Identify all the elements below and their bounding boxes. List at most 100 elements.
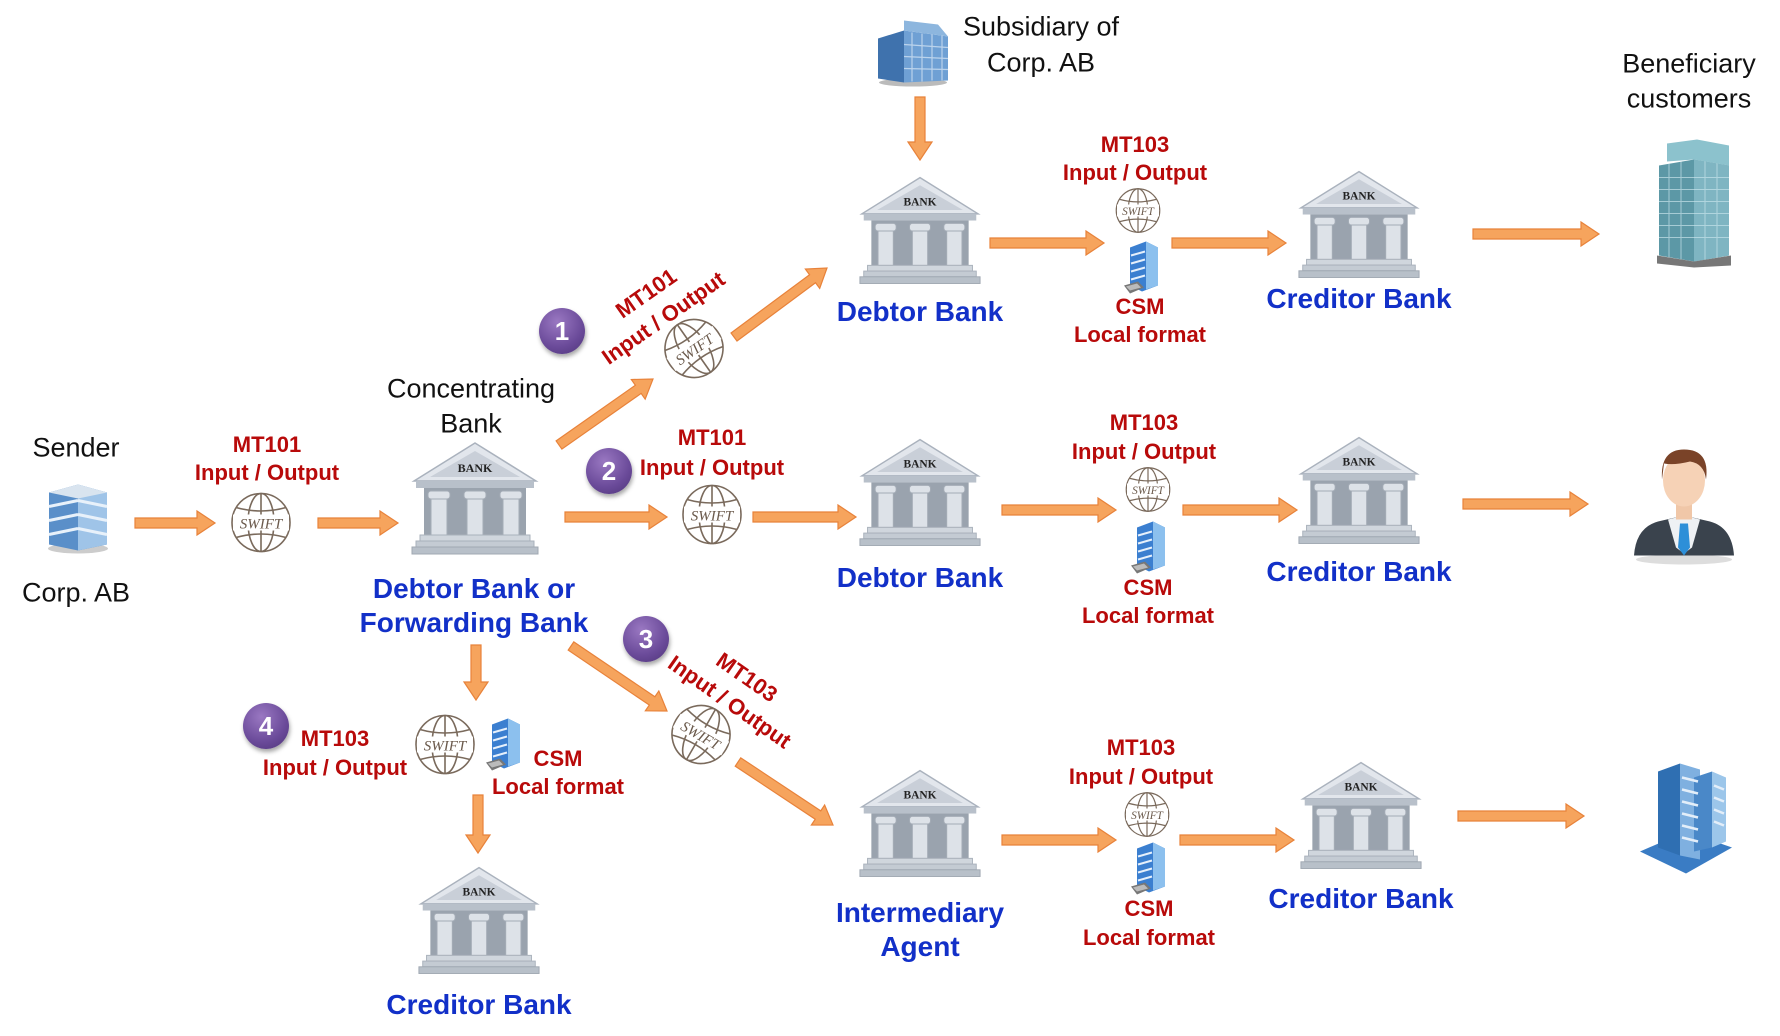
- subsidiary-to-debtor-arrow: [906, 96, 934, 162]
- route-1-arrow-d: [1171, 229, 1288, 257]
- route-3-arrow-e: [1457, 802, 1586, 830]
- svg-text:BANK: BANK: [903, 789, 936, 801]
- sender-to-swift-arrow: [134, 509, 217, 537]
- subsidiary-caption-line2: Corp. AB: [986, 47, 1096, 78]
- concentrating-caption-line1: Concentrating: [386, 373, 556, 404]
- route-1-csm-label: CSM: [1115, 294, 1165, 319]
- route-2-message: MT101: [677, 425, 747, 450]
- route-1-badge: 1: [539, 308, 585, 354]
- route-2-creditor-bank-label: Creditor Bank: [1266, 556, 1452, 587]
- route-2-arrow-d: [1182, 496, 1299, 524]
- beneficiary-caption-line1: Beneficiary: [1622, 48, 1756, 79]
- route-1-beneficiary-tower-icon: [1649, 138, 1739, 273]
- svg-text:SWIFT: SWIFT: [1122, 206, 1155, 218]
- route-3-format-label: Local format: [1082, 925, 1216, 950]
- route-2-clearing-swift-icon: SWIFT: [1124, 466, 1172, 519]
- subsidiary-caption-line1: Subsidiary of: [962, 11, 1120, 42]
- route-2-format-label: Local format: [1081, 603, 1215, 628]
- route-4-csm-server-icon: [484, 717, 524, 778]
- route-2-arrow-e: [1462, 490, 1590, 518]
- svg-text:SWIFT: SWIFT: [691, 509, 735, 525]
- route-2-swift-icon: SWIFT: [680, 483, 744, 552]
- sender-name-label: Corp. AB: [21, 577, 131, 608]
- first-hop-message: MT101: [232, 432, 302, 457]
- route-1-clearing-io: Input / Output: [1062, 160, 1208, 185]
- svg-text:SWIFT: SWIFT: [1131, 810, 1164, 822]
- route-3-clearing-message: MT103: [1106, 735, 1176, 760]
- route-1-clearing-swift-icon: SWIFT: [1114, 187, 1162, 240]
- route-2-badge: 2: [586, 448, 632, 494]
- swift-network-icon: SWIFT: [229, 491, 293, 560]
- route-3-csm-label: CSM: [1124, 896, 1174, 921]
- svg-text:BANK: BANK: [903, 458, 936, 470]
- route-2-arrow-a: [564, 503, 669, 531]
- route-2-csm-label: CSM: [1123, 575, 1173, 600]
- concentrating-caption-line2: Bank: [440, 408, 502, 439]
- route-4-message: MT103: [300, 726, 370, 751]
- route-3-arrow-c: [1001, 826, 1118, 854]
- route-3-creditor-bank-label: Creditor Bank: [1268, 883, 1454, 914]
- route-3-creditor-bank-icon: BANK: [1299, 761, 1423, 878]
- route-4-creditor-bank-icon: BANK: [417, 866, 541, 983]
- beneficiary-caption-line2: customers: [1626, 83, 1752, 114]
- route-2-arrow-b: [752, 503, 858, 531]
- route-2-csm-server-icon: [1129, 520, 1169, 581]
- route-2-clearing-message: MT103: [1109, 410, 1179, 435]
- route-4-arrow-a: [462, 644, 490, 702]
- route-2-beneficiary-person-icon: [1624, 436, 1744, 571]
- route-3-intermediary-bank-icon: BANK: [858, 769, 982, 886]
- concentrating-label-line2: Forwarding Bank: [359, 607, 589, 638]
- first-hop-io: Input / Output: [194, 460, 340, 485]
- swift-to-concentrating-arrow: [317, 509, 400, 537]
- route-2-arrow-c: [1001, 496, 1118, 524]
- route-3-clearing-io: Input / Output: [1068, 764, 1214, 789]
- route-3-swift-icon: SWIFT: [669, 703, 733, 772]
- route-1-debtor-bank-icon: BANK: [858, 176, 982, 293]
- sender-role-label: Sender: [32, 432, 120, 463]
- route-2-debtor-bank-icon: BANK: [858, 438, 982, 555]
- route-3-arrow-d: [1179, 826, 1296, 854]
- svg-text:BANK: BANK: [1342, 190, 1375, 202]
- svg-text:SWIFT: SWIFT: [424, 739, 468, 755]
- route-1-arrow-a: [555, 378, 654, 450]
- svg-text:BANK: BANK: [462, 886, 495, 898]
- route-3-arrow-b: [734, 757, 834, 826]
- route-3-clearing-swift-icon: SWIFT: [1123, 791, 1171, 844]
- route-3-intermediary-label-line2: Agent: [880, 931, 960, 962]
- svg-text:SWIFT: SWIFT: [678, 719, 724, 755]
- route-1-swift-icon: SWIFT: [662, 317, 726, 386]
- route-3-csm-server-icon: [1129, 841, 1169, 902]
- route-1-creditor-bank-label: Creditor Bank: [1266, 283, 1452, 314]
- route-1-creditor-bank-icon: BANK: [1297, 170, 1421, 287]
- route-4-badge: 4: [243, 703, 289, 749]
- route-4-io: Input / Output: [262, 755, 408, 780]
- route-1-arrow-c: [989, 229, 1106, 257]
- svg-text:BANK: BANK: [1342, 456, 1375, 468]
- route-4-creditor-bank-label: Creditor Bank: [386, 989, 572, 1020]
- route-1-arrow-e: [1472, 220, 1601, 248]
- route-2-io: Input / Output: [639, 455, 785, 480]
- svg-text:SWIFT: SWIFT: [240, 517, 284, 533]
- route-4-format-label: Local format: [491, 774, 625, 799]
- route-1-clearing-message: MT103: [1100, 132, 1170, 157]
- route-1-debtor-bank-label: Debtor Bank: [836, 296, 1004, 327]
- route-2-clearing-io: Input / Output: [1071, 439, 1217, 464]
- concentrating-label-line1: Debtor Bank or: [372, 573, 576, 604]
- route-4-arrow-b: [464, 794, 492, 855]
- sender-building-icon: [43, 479, 113, 560]
- svg-text:BANK: BANK: [1344, 781, 1377, 793]
- route-2-creditor-bank-icon: BANK: [1297, 436, 1421, 553]
- svg-text:SWIFT: SWIFT: [1132, 485, 1165, 497]
- route-3-beneficiary-office-icon: [1636, 756, 1736, 881]
- concentrating-bank-icon: BANK: [410, 441, 540, 563]
- subsidiary-building-icon: [874, 17, 952, 94]
- payment-flow-diagram: Sender Corp. AB MT101 Input / Output SWI…: [0, 0, 1780, 1036]
- route-4-csm-label: CSM: [533, 746, 583, 771]
- route-1-format-label: Local format: [1073, 322, 1207, 347]
- svg-text:BANK: BANK: [903, 196, 936, 208]
- route-1-arrow-b: [730, 267, 828, 342]
- route-4-swift-icon: SWIFT: [413, 713, 477, 782]
- route-3-badge: 3: [623, 616, 669, 662]
- svg-text:BANK: BANK: [458, 461, 493, 475]
- route-3-intermediary-label-line1: Intermediary: [835, 897, 1005, 928]
